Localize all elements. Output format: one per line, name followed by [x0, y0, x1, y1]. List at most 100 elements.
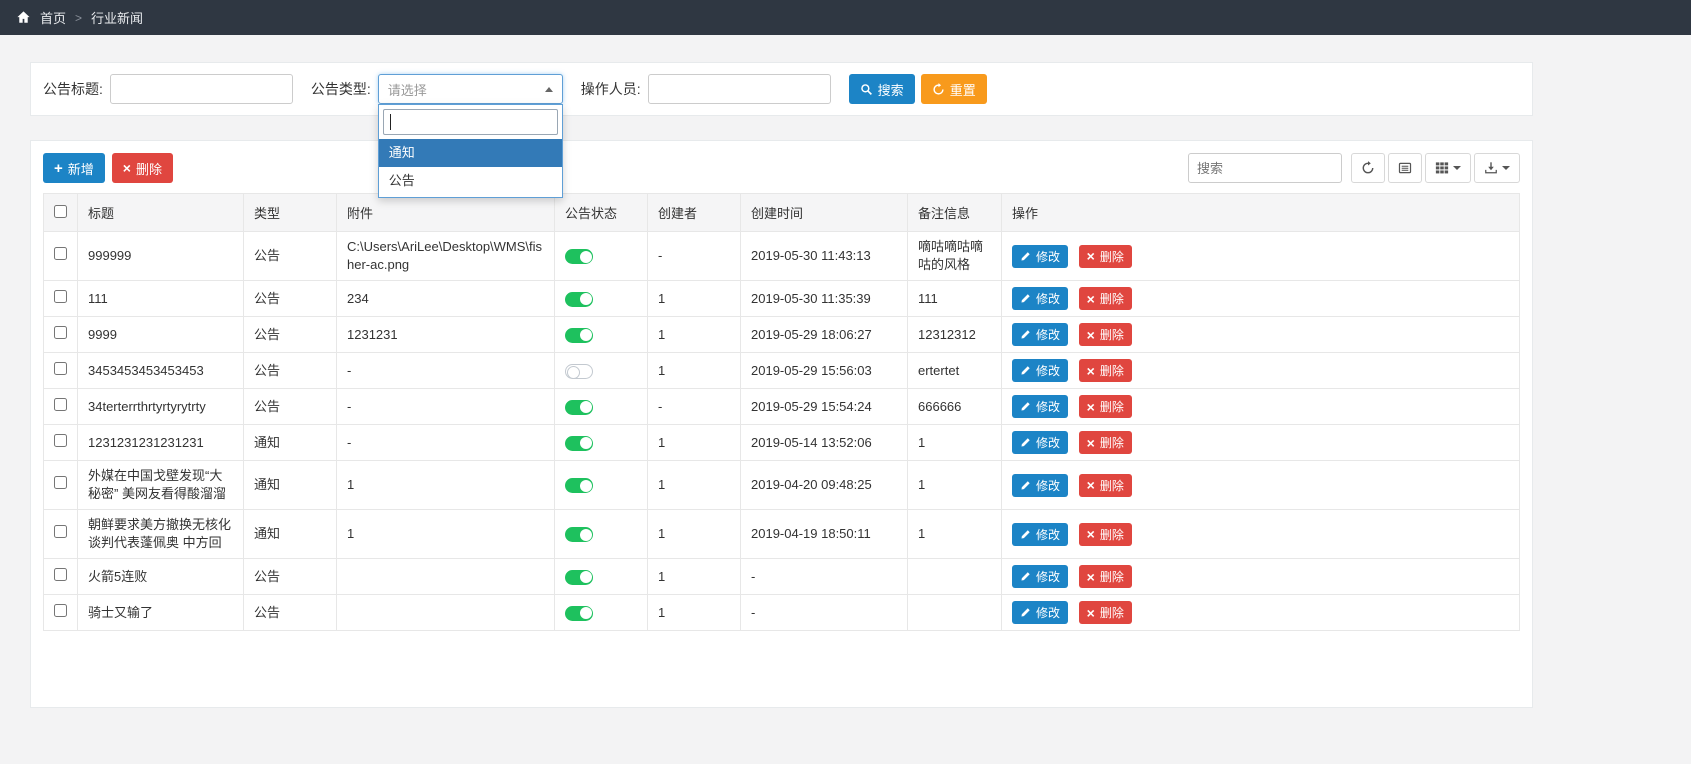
- pencil-icon: [1020, 529, 1031, 540]
- column-header-type: 类型: [243, 193, 337, 232]
- cell-creator: 1: [647, 424, 741, 461]
- delete-button[interactable]: × 删除: [1078, 395, 1132, 418]
- status-toggle[interactable]: [565, 435, 593, 451]
- delete-button[interactable]: × 删除: [1078, 565, 1132, 588]
- reset-button[interactable]: 重置: [920, 74, 987, 104]
- select-all-checkbox[interactable]: [54, 204, 67, 218]
- cell-type: 公告: [243, 352, 337, 389]
- edit-button[interactable]: 修改: [1012, 395, 1069, 418]
- cell-creator: 1: [647, 280, 741, 317]
- edit-button[interactable]: 修改: [1012, 244, 1069, 268]
- table-row: 骑士又输了 公告 1 - 修改 × 删除: [43, 594, 1520, 631]
- cell-type: 通知: [243, 460, 337, 510]
- cell-title: 骑士又输了: [77, 594, 244, 631]
- status-toggle[interactable]: [565, 478, 593, 494]
- row-checkbox[interactable]: [54, 361, 67, 375]
- cell-remark: 1: [907, 424, 1002, 461]
- edit-button[interactable]: 修改: [1012, 323, 1069, 346]
- status-toggle[interactable]: [565, 569, 593, 585]
- table-row: 3453453453453453 公告 - 1 2019-05-29 15:56…: [43, 352, 1520, 389]
- x-icon: ×: [122, 160, 131, 176]
- type-option-list: 通知 公告: [378, 139, 562, 197]
- pencil-icon: [1020, 251, 1031, 262]
- edit-button[interactable]: 修改: [1012, 287, 1069, 310]
- cell-type: 公告: [243, 558, 337, 595]
- delete-button[interactable]: × 删除: [1078, 323, 1132, 346]
- row-checkbox[interactable]: [54, 325, 67, 339]
- edit-button[interactable]: 修改: [1012, 601, 1069, 624]
- row-checkbox[interactable]: [54, 433, 67, 447]
- home-icon[interactable]: [16, 10, 31, 25]
- status-toggle[interactable]: [565, 327, 593, 343]
- export-dropdown-button[interactable]: [1474, 153, 1520, 183]
- edit-button[interactable]: 修改: [1012, 431, 1069, 454]
- cell-created: 2019-05-29 18:06:27: [740, 316, 908, 353]
- delete-button[interactable]: × 删除: [1078, 287, 1132, 310]
- delete-button[interactable]: × 删除: [1078, 359, 1132, 382]
- delete-button[interactable]: × 删除: [1078, 431, 1132, 454]
- x-icon: ×: [1086, 434, 1095, 451]
- x-icon: ×: [1086, 290, 1095, 307]
- type-option-announcement[interactable]: 公告: [379, 167, 562, 195]
- status-toggle[interactable]: [565, 605, 593, 621]
- column-header-attachment: 附件: [336, 193, 555, 232]
- edit-button[interactable]: 修改: [1012, 522, 1069, 546]
- pencil-icon: [1020, 571, 1031, 582]
- table-toolbar: + 新增 × 删除: [43, 153, 1520, 183]
- toggle-view-button[interactable]: [1388, 153, 1422, 183]
- add-button[interactable]: + 新增: [43, 153, 105, 183]
- cell-attachment: -: [336, 388, 555, 425]
- type-option-notice[interactable]: 通知: [378, 139, 562, 167]
- row-checkbox[interactable]: [54, 289, 67, 303]
- pencil-icon: [1020, 293, 1031, 304]
- x-icon: ×: [1086, 568, 1095, 585]
- cell-remark: [907, 594, 1002, 631]
- cell-creator: 1: [647, 316, 741, 353]
- columns-dropdown-button[interactable]: [1425, 153, 1471, 183]
- delete-button[interactable]: × 删除: [1078, 522, 1132, 546]
- breadcrumb-home-link[interactable]: 首页: [40, 8, 66, 27]
- status-toggle[interactable]: [565, 249, 593, 265]
- row-checkbox[interactable]: [54, 476, 67, 489]
- row-checkbox[interactable]: [54, 397, 67, 411]
- row-checkbox[interactable]: [54, 567, 67, 581]
- type-select[interactable]: 请选择 通知 公告: [377, 74, 563, 198]
- pencil-icon: [1020, 607, 1031, 618]
- refresh-table-button[interactable]: [1351, 153, 1385, 183]
- row-checkbox[interactable]: [54, 247, 67, 260]
- chevron-down-icon: [1502, 166, 1510, 170]
- table-search-input[interactable]: [1188, 153, 1342, 183]
- table-row: 外媒在中国戈壁发现“大秘密” 美网友看得酸溜溜 通知 1 1 2019-04-2…: [43, 460, 1520, 510]
- cell-title: 外媒在中国戈壁发现“大秘密” 美网友看得酸溜溜: [77, 460, 244, 510]
- search-button-label: 搜索: [877, 82, 904, 98]
- table-row: 火箭5连败 公告 1 - 修改 × 删除: [43, 558, 1520, 595]
- delete-button[interactable]: × 删除: [1078, 473, 1132, 497]
- columns-icon: [1435, 161, 1449, 175]
- dropdown-search-input[interactable]: [382, 109, 558, 135]
- delete-button[interactable]: × 删除: [1078, 244, 1132, 268]
- edit-button[interactable]: 修改: [1012, 359, 1069, 382]
- table-row: 111 公告 234 1 2019-05-30 11:35:39 111 修改 …: [43, 280, 1520, 317]
- cell-remark: 1: [907, 460, 1002, 510]
- operator-filter-input[interactable]: [647, 74, 831, 104]
- status-toggle[interactable]: [565, 363, 593, 379]
- edit-button[interactable]: 修改: [1012, 473, 1069, 497]
- cell-creator: -: [647, 388, 741, 425]
- row-checkbox[interactable]: [54, 603, 67, 617]
- cell-type: 通知: [243, 509, 337, 559]
- bulk-delete-button[interactable]: × 删除: [111, 153, 173, 183]
- title-filter-input[interactable]: [109, 74, 293, 104]
- row-checkbox[interactable]: [54, 525, 67, 538]
- status-toggle[interactable]: [565, 527, 593, 543]
- edit-button[interactable]: 修改: [1012, 565, 1069, 588]
- search-button[interactable]: 搜索: [848, 74, 915, 104]
- status-toggle[interactable]: [565, 399, 593, 415]
- status-toggle[interactable]: [565, 291, 593, 307]
- column-header-title: 标题: [77, 193, 244, 232]
- pencil-icon: [1020, 480, 1031, 491]
- delete-button[interactable]: × 删除: [1078, 601, 1132, 624]
- column-header-creator: 创建者: [647, 193, 741, 232]
- table-row: 9999 公告 1231231 1 2019-05-29 18:06:27 12…: [43, 316, 1520, 353]
- table-header-row: 标题 类型 附件 公告状态 创建者 创建时间 备注信息 操作: [43, 193, 1520, 232]
- cell-created: 2019-05-14 13:52:06: [740, 424, 908, 461]
